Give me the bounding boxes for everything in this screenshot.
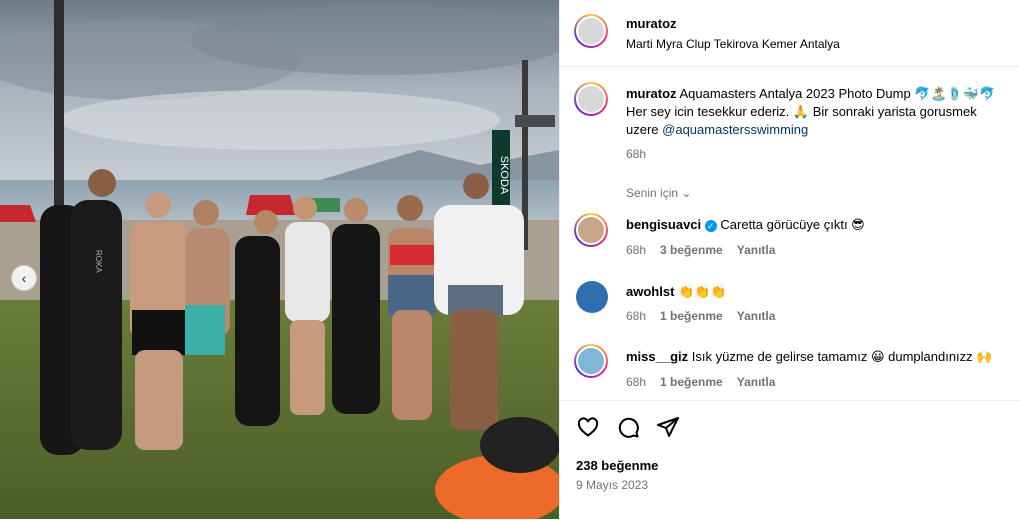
verified-badge-icon: ✓ [704, 219, 717, 232]
comment-text: bengisuavci ✓ Caretta görücüye çıktı 😎 [626, 217, 865, 233]
translate-label: Senin için [626, 186, 679, 200]
comment-username[interactable]: bengisuavci [626, 217, 701, 232]
comment-time[interactable]: 68h [626, 243, 646, 257]
post-header: muratoz Marti Myra Clup Tekirova Kemer A… [560, 0, 1019, 67]
comment-text: miss__giz Isık yüzme de gelirse tamamız … [626, 349, 992, 365]
comment-body: 👏👏👏 [678, 284, 727, 299]
comment-username[interactable]: miss__giz [626, 349, 688, 364]
caption-avatar[interactable] [574, 82, 608, 116]
comment-avatar[interactable] [576, 281, 608, 313]
comment-avatar[interactable] [574, 213, 608, 247]
like-count[interactable]: 238 beğenme [576, 458, 658, 473]
comment-time[interactable]: 68h [626, 375, 646, 389]
chevron-left-icon: ‹ [21, 270, 27, 286]
post-caption: muratoz Aquamasters Antalya 2023 Photo D… [626, 85, 1016, 139]
comment-meta: 68h 1 beğenme Yanıtla [626, 309, 775, 323]
comment-meta: 68h 3 beğenme Yanıtla [626, 243, 775, 257]
reply-button[interactable]: Yanıtla [737, 243, 776, 257]
post-details-panel: muratoz Marti Myra Clup Tekirova Kemer A… [559, 0, 1019, 519]
comment-username[interactable]: awohlst [626, 284, 674, 299]
wetsuit-text: ROKA [94, 250, 103, 273]
author-avatar[interactable] [574, 14, 608, 48]
comment-likes[interactable]: 3 beğenme [660, 243, 723, 257]
translate-toggle[interactable]: Senin için ⌄ [626, 186, 691, 200]
caption-time[interactable]: 68h [626, 147, 646, 161]
comment-body: Caretta görücüye çıktı 😎 [720, 217, 865, 232]
beach-group-photo: SKODA ROKA [0, 0, 559, 519]
comment-time[interactable]: 68h [626, 309, 646, 323]
post-actions: 238 beğenme 9 Mayıs 2023 [560, 400, 1019, 520]
comment-likes[interactable]: 1 beğenme [660, 375, 723, 389]
comment-bubble-icon [618, 417, 639, 438]
author-username[interactable]: muratoz [626, 16, 677, 31]
share-button[interactable] [656, 415, 680, 444]
comment-button[interactable] [616, 415, 640, 444]
comment-meta: 68h 1 beğenme Yanıtla [626, 375, 775, 389]
comment-text: awohlst 👏👏👏 [626, 284, 727, 300]
reply-button[interactable]: Yanıtla [737, 375, 776, 389]
banner-text: SKODA [498, 156, 510, 195]
comment-body: Isık yüzme de gelirse tamamız 😀 dumpland… [691, 349, 993, 364]
post-location[interactable]: Marti Myra Clup Tekirova Kemer Antalya [626, 37, 840, 51]
chevron-down-icon: ⌄ [681, 186, 692, 200]
heart-icon [577, 417, 599, 437]
comment-likes[interactable]: 1 beğenme [660, 309, 723, 323]
reply-button[interactable]: Yanıtla [737, 309, 776, 323]
caption-username[interactable]: muratoz [626, 86, 677, 101]
previous-photo-button[interactable]: ‹ [11, 265, 37, 291]
caption-line1: Aquamasters Antalya 2023 Photo Dump 🐬🏝️🩴… [679, 86, 996, 101]
mention-link[interactable]: @aquamastersswimming [662, 122, 808, 137]
paper-plane-icon [657, 417, 679, 437]
comment-avatar[interactable] [574, 344, 608, 378]
caption-line2: Her sey icin tesekkur ederiz. 🙏 Bir sonr… [626, 104, 977, 119]
post-date: 9 Mayıs 2023 [576, 478, 649, 492]
post-photo[interactable]: SKODA ROKA ‹ [0, 0, 559, 519]
like-button[interactable] [576, 415, 600, 444]
caption-line3: uzere [626, 122, 663, 137]
